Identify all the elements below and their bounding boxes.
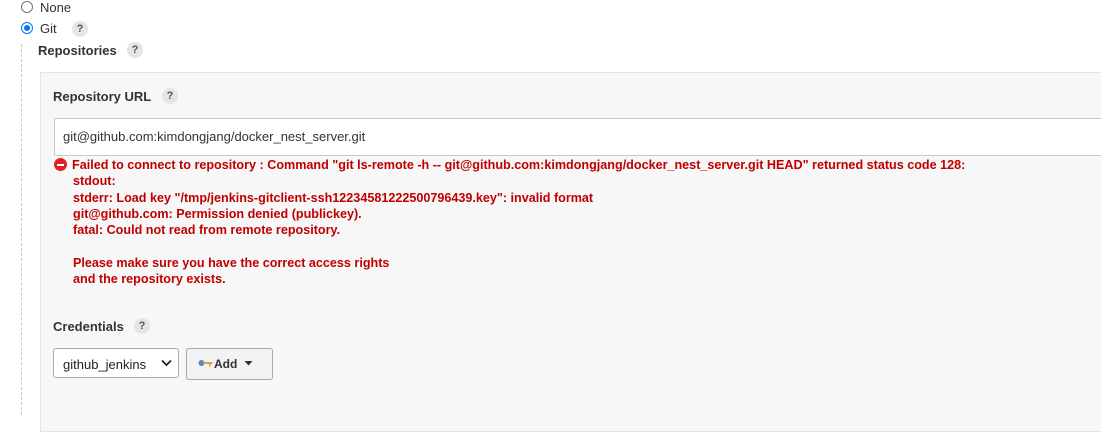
error-line: stdout: <box>73 174 116 189</box>
add-credentials-button[interactable]: Add <box>186 348 273 380</box>
credentials-label: Credentials <box>53 319 124 334</box>
repositories-label: Repositories <box>38 43 117 58</box>
error-circle-icon <box>54 158 67 171</box>
credentials-select[interactable]: github_jenkins <box>53 348 179 378</box>
error-line: git@github.com: Permission denied (publi… <box>73 206 362 221</box>
repository-url-label: Repository URL <box>53 89 152 104</box>
chevron-down-icon <box>161 359 172 367</box>
connection-error-message: Failed to connect to repository : Comman… <box>54 157 1094 287</box>
error-line: fatal: Could not read from remote reposi… <box>73 223 341 238</box>
scm-none-radio[interactable] <box>21 1 33 13</box>
add-button-label: Add <box>214 357 238 371</box>
scm-none-label: None <box>40 0 72 15</box>
repository-url-input[interactable]: git@github.com:kimdongjang/docker_nest_s… <box>54 118 1101 156</box>
error-line <box>54 238 1094 254</box>
git-section-guide <box>21 44 22 415</box>
scm-git-radio[interactable] <box>21 22 33 34</box>
scm-git-label: Git <box>40 21 57 36</box>
error-line: stderr: Load key "/tmp/jenkins-gitclient… <box>73 190 594 205</box>
credentials-help-icon[interactable]: ? <box>134 318 150 334</box>
repositories-help-icon[interactable]: ? <box>127 42 143 58</box>
credentials-selected-value: github_jenkins <box>63 357 147 372</box>
error-line: and the repository exists. <box>73 272 226 287</box>
caret-down-icon <box>244 361 253 366</box>
error-line: Please make sure you have the correct ac… <box>73 255 390 270</box>
key-icon <box>198 360 213 367</box>
repository-url-help-icon[interactable]: ? <box>162 88 178 104</box>
error-line: Failed to connect to repository : Comman… <box>72 158 966 172</box>
git-help-icon[interactable]: ? <box>72 21 88 37</box>
